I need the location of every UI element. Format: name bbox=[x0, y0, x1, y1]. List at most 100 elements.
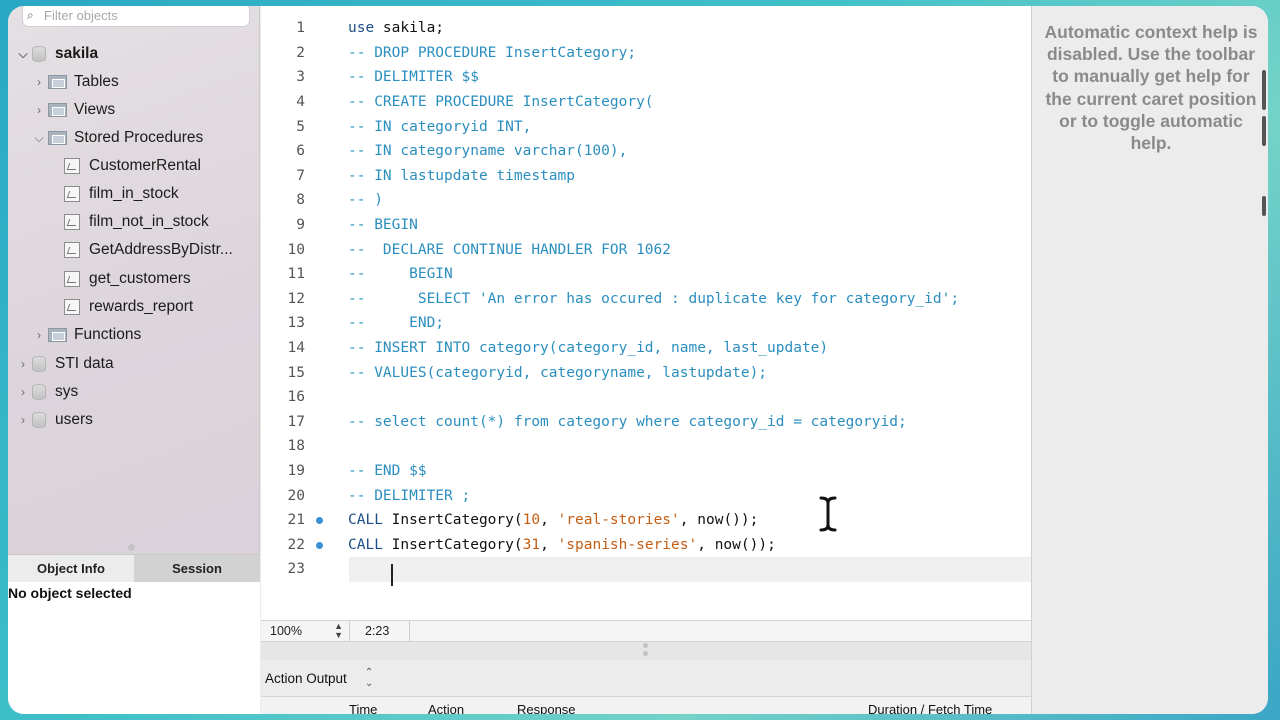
code-line[interactable]: 11 -- BEGIN bbox=[261, 262, 1031, 287]
number-literal: 10 bbox=[522, 512, 541, 529]
schema-sakila[interactable]: ⌵ sakila bbox=[16, 41, 98, 67]
gutter[interactable] bbox=[305, 90, 348, 115]
code-line[interactable]: 15 -- VALUES(categoryid, categoryname, l… bbox=[261, 360, 1031, 385]
code-line[interactable]: 6 -- IN categoryname varchar(100), bbox=[261, 139, 1031, 164]
chevron-right-icon[interactable]: › bbox=[32, 75, 46, 89]
code-line[interactable]: 12 -- SELECT 'An error has occured : dup… bbox=[261, 287, 1031, 312]
code-line[interactable]: 17 -- select count(*) from category wher… bbox=[261, 410, 1031, 435]
filter-objects-field[interactable]: ⌕ bbox=[22, 6, 250, 27]
current-line-highlight[interactable] bbox=[349, 557, 1031, 582]
chevron-right-icon[interactable]: › bbox=[16, 413, 30, 427]
tree-item-views[interactable]: › Views bbox=[32, 97, 115, 123]
line-number: 6 bbox=[296, 143, 305, 160]
filter-objects-input[interactable] bbox=[44, 6, 244, 24]
gutter[interactable] bbox=[305, 360, 348, 385]
column-header-action[interactable]: Action bbox=[428, 702, 464, 714]
code-line[interactable]: 4 -- CREATE PROCEDURE InsertCategory( bbox=[261, 90, 1031, 115]
gutter[interactable] bbox=[305, 262, 348, 287]
tab-object-info[interactable]: Object Info bbox=[8, 554, 134, 582]
chevron-right-icon[interactable]: › bbox=[32, 103, 46, 117]
tree-item-stored-procedures[interactable]: ⌵ Stored Procedures bbox=[32, 125, 203, 151]
statement-marker-icon bbox=[316, 541, 323, 549]
drag-handle-icon[interactable] bbox=[643, 643, 649, 659]
identifier: sakila; bbox=[374, 20, 445, 37]
gutter[interactable] bbox=[305, 336, 348, 361]
code-line[interactable]: 14 -- INSERT INTO category(category_id, … bbox=[261, 336, 1031, 361]
code-line[interactable]: 13 -- END; bbox=[261, 311, 1031, 336]
gutter[interactable] bbox=[305, 164, 348, 189]
code-line[interactable]: 2 -- DROP PROCEDURE InsertCategory; bbox=[261, 41, 1031, 66]
code-line[interactable]: 20 -- DELIMITER ; bbox=[261, 483, 1031, 508]
chevron-right-icon[interactable]: › bbox=[16, 357, 30, 371]
tree-item-functions[interactable]: › Functions bbox=[32, 322, 141, 348]
gutter[interactable] bbox=[305, 410, 348, 435]
code-line[interactable]: 1 use sakila; bbox=[261, 16, 1031, 41]
gutter[interactable] bbox=[305, 459, 348, 484]
line-number: 16 bbox=[287, 389, 305, 406]
code-line[interactable]: 22 CALL InsertCategory(31, 'spanish-seri… bbox=[261, 533, 1031, 558]
gutter[interactable] bbox=[305, 41, 348, 66]
output-splitter[interactable] bbox=[261, 642, 1031, 660]
chevron-right-icon[interactable]: › bbox=[16, 385, 30, 399]
column-header-duration[interactable]: Duration / Fetch Time bbox=[868, 702, 992, 714]
procedure-item[interactable]: get_customers bbox=[64, 266, 191, 292]
punctuation: ()); bbox=[740, 536, 776, 553]
procedure-item[interactable]: GetAddressByDistr... bbox=[64, 237, 233, 263]
select-arrows-icon[interactable]: ⌃ ⌄ bbox=[365, 667, 373, 689]
gutter[interactable] bbox=[305, 114, 348, 139]
gutter[interactable] bbox=[305, 434, 348, 459]
code-line[interactable]: 5 -- IN categoryid INT, bbox=[261, 114, 1031, 139]
zoom-control[interactable]: 100% ▲ ▼ bbox=[261, 621, 350, 641]
gutter[interactable] bbox=[305, 237, 348, 262]
database-icon bbox=[32, 46, 46, 62]
column-header-time[interactable]: Time bbox=[349, 702, 377, 714]
gutter[interactable] bbox=[305, 188, 348, 213]
gutter[interactable] bbox=[305, 483, 348, 508]
code-line[interactable]: 8 -- ) bbox=[261, 188, 1031, 213]
chevron-right-icon[interactable]: › bbox=[32, 328, 46, 342]
tree-item-tables[interactable]: › Tables bbox=[32, 69, 119, 95]
schema-sti-data[interactable]: › STI data bbox=[16, 351, 114, 377]
gutter[interactable] bbox=[305, 213, 348, 238]
procedure-item[interactable]: rewards_report bbox=[64, 294, 193, 320]
procedure-item[interactable]: film_not_in_stock bbox=[64, 209, 209, 235]
code-line[interactable]: 7 -- IN lastupdate timestamp bbox=[261, 164, 1031, 189]
code-line[interactable]: 19 -- END $$ bbox=[261, 459, 1031, 484]
code-line[interactable]: 18 bbox=[261, 434, 1031, 459]
procedure-icon bbox=[64, 242, 80, 258]
code-line[interactable]: 10 -- DECLARE CONTINUE HANDLER FOR 1062 bbox=[261, 237, 1031, 262]
gutter[interactable] bbox=[305, 385, 348, 410]
zoom-level: 100% bbox=[270, 624, 302, 638]
code-line[interactable]: 9 -- BEGIN bbox=[261, 213, 1031, 238]
column-header-response[interactable]: Response bbox=[517, 702, 576, 714]
code-line[interactable]: 23 bbox=[261, 557, 349, 582]
procedure-item[interactable]: CustomerRental bbox=[64, 153, 201, 179]
code-line[interactable]: 16 bbox=[261, 385, 1031, 410]
output-type-select[interactable]: Action Output bbox=[265, 671, 347, 686]
schema-users[interactable]: › users bbox=[16, 407, 93, 433]
sql-editor[interactable]: 1 use sakila; 2 -- DROP PROCEDURE Insert… bbox=[261, 6, 1031, 620]
line-number: 9 bbox=[296, 217, 305, 234]
splitter-handle[interactable] bbox=[128, 544, 135, 551]
gutter[interactable] bbox=[305, 533, 348, 558]
gutter[interactable] bbox=[305, 287, 348, 312]
gutter[interactable] bbox=[305, 16, 348, 41]
gutter[interactable] bbox=[305, 311, 348, 336]
keyword: CALL bbox=[348, 512, 383, 529]
zoom-stepper-icon[interactable]: ▲ ▼ bbox=[334, 622, 343, 640]
gutter[interactable] bbox=[305, 139, 348, 164]
workbench-window: ⌕ ⌵ sakila › Tables › Views ⌵ Stored Pro… bbox=[8, 6, 1268, 714]
string-literal: 'spanish-series' bbox=[557, 536, 698, 553]
chevron-down-icon[interactable]: ⌵ bbox=[16, 47, 30, 62]
gutter[interactable] bbox=[305, 557, 348, 582]
chevron-down-icon[interactable]: ⌵ bbox=[32, 131, 46, 146]
gutter[interactable] bbox=[305, 508, 348, 533]
code-line[interactable]: 21 CALL InsertCategory(10, 'real-stories… bbox=[261, 508, 1031, 533]
gutter[interactable] bbox=[305, 65, 348, 90]
line-number: 22 bbox=[287, 536, 305, 553]
schema-sys[interactable]: › sys bbox=[16, 379, 78, 405]
procedure-item[interactable]: film_in_stock bbox=[64, 181, 179, 207]
code-line[interactable]: 3 -- DELIMITER $$ bbox=[261, 65, 1031, 90]
tab-session[interactable]: Session bbox=[134, 554, 260, 582]
schema-label: STI data bbox=[55, 355, 114, 372]
